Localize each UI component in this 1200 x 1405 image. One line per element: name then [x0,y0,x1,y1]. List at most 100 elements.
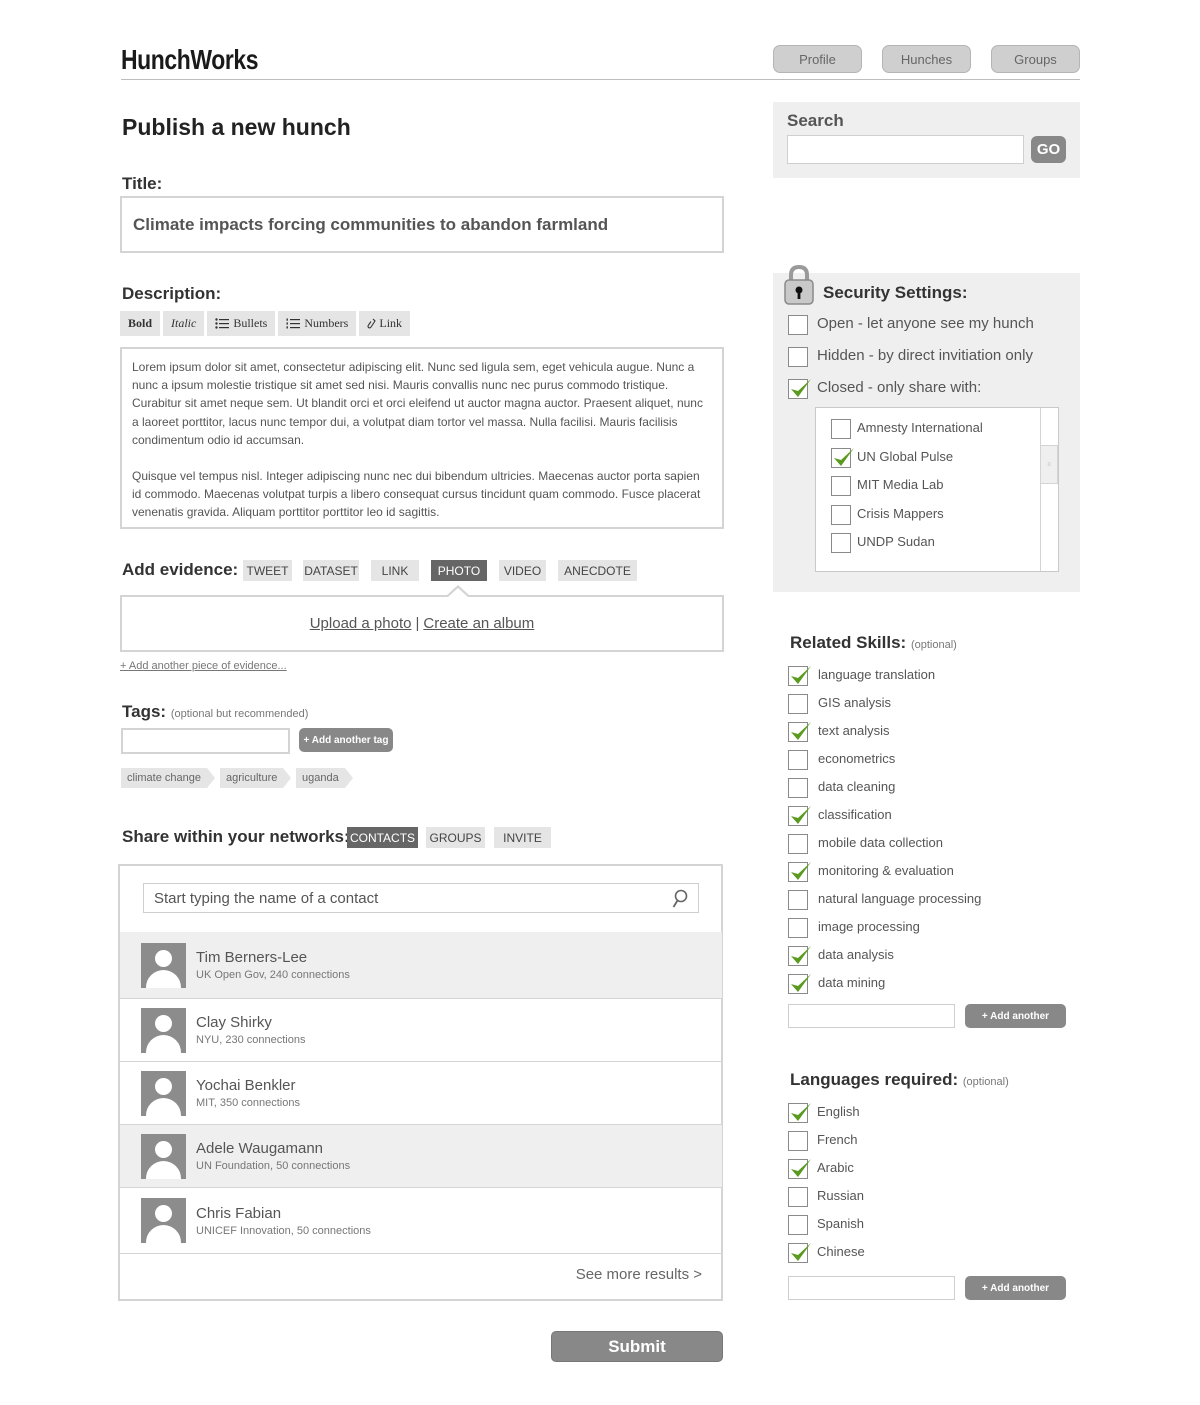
contact-search-input[interactable]: Start typing the name of a contact [143,883,699,913]
skill-input[interactable] [788,1004,955,1028]
language-checkbox[interactable] [788,1131,808,1151]
go-button[interactable]: GO [1031,136,1066,163]
checkmark-icon [791,974,811,992]
checkmark-icon [791,379,811,397]
org-checkbox[interactable] [831,504,851,525]
language-checkbox[interactable] [788,1243,811,1263]
nav-hunches-button[interactable]: Hunches [882,45,971,73]
evidence-tab-link[interactable]: LINK [371,560,419,581]
evidence-tab-photo[interactable]: PHOTO [431,560,487,581]
security-option-checkbox[interactable] [788,315,808,335]
tag-input[interactable] [121,728,290,754]
contact-name: Chris Fabian [196,1204,282,1222]
upload-photo-link[interactable]: Upload a photo [310,615,412,632]
share-tab-invite[interactable]: INVITE [494,827,551,848]
org-label: Amnesty International [857,420,983,435]
link-button[interactable]: Link [359,311,411,336]
see-more-results-link[interactable]: See more results > [576,1266,702,1283]
evidence-tab-video[interactable]: VIDEO [499,560,546,581]
security-option-checkbox[interactable] [788,379,811,399]
skill-label: data mining [818,975,886,990]
evidence-tab-anecdote[interactable]: ANECDOTE [558,560,637,581]
app-logo[interactable]: HunchWorks [121,44,258,76]
share-tab-groups[interactable]: GROUPS [426,827,485,848]
skill-checkbox[interactable] [788,890,808,910]
tag-pill[interactable]: climate change [121,768,215,788]
language-label: Russian [817,1188,864,1203]
org-list-scrollbar[interactable] [1040,408,1058,571]
org-checkbox[interactable] [831,476,851,496]
contact-row[interactable]: Clay Shirky NYU, 230 connections [120,999,722,1062]
share-label: Share within your networks: [122,827,350,846]
contact-row[interactable]: Yochai Benkler MIT, 350 connections [120,1062,722,1125]
skill-label: data cleaning [818,779,896,794]
language-label: Spanish [817,1216,864,1231]
italic-button[interactable]: Italic [163,311,205,336]
checkmark-icon [791,1103,811,1121]
language-checkbox[interactable] [788,1103,811,1123]
tag-pill[interactable]: uganda [296,768,353,788]
language-checkbox[interactable] [788,1215,808,1235]
skill-checkbox[interactable] [788,750,808,770]
skill-label: econometrics [818,751,896,766]
add-evidence-link[interactable]: + Add another piece of evidence... [120,660,287,672]
numbers-button[interactable]: Numbers [278,311,357,336]
skill-checkbox[interactable] [788,666,811,686]
contact-row[interactable]: Chris Fabian UNICEF Innovation, 50 connec… [120,1188,722,1254]
checkmark-icon [791,806,811,824]
title-label: Title: [122,174,163,193]
skill-checkbox[interactable] [788,946,811,966]
evidence-tab-tweet[interactable]: TWEET [243,560,292,581]
create-album-link[interactable]: Create an album [423,615,534,632]
title-input[interactable]: Climate impacts forcing communities to a… [120,196,724,253]
language-checkbox[interactable] [788,1159,811,1179]
submit-button[interactable]: Submit [551,1331,723,1362]
skill-checkbox[interactable] [788,834,808,854]
org-checkbox[interactable] [831,533,851,553]
contact-row[interactable]: Adele Waugamann UN Foundation, 50 connect… [120,1125,722,1188]
skill-checkbox[interactable] [788,918,808,938]
tag-pill[interactable]: agriculture [220,768,292,788]
tags-optional-note: (optional but recommended) [170,708,309,720]
checkmark-icon [791,722,811,740]
language-checkbox[interactable] [788,1187,808,1207]
evidence-tab-dataset[interactable]: DATASET [303,560,359,581]
security-option-label: Closed - only share with: [817,379,982,396]
contact-name: Clay Shirky [196,1014,272,1031]
skill-checkbox[interactable] [788,694,808,714]
lock-icon [784,264,814,305]
skill-label: data analysis [818,947,894,962]
nav-profile-button[interactable]: Profile [773,45,862,73]
skill-checkbox[interactable] [788,722,811,742]
bullets-button[interactable]: Bullets [207,311,276,336]
skill-label: mobile data collection [818,835,944,850]
add-tag-button[interactable]: + Add another tag [299,728,393,752]
checkmark-icon [791,1159,811,1177]
skill-checkbox[interactable] [788,862,811,882]
avatar [141,1070,186,1116]
bold-button[interactable]: Bold [120,311,161,336]
org-checkbox[interactable] [831,447,854,468]
nav-groups-button[interactable]: Groups [991,45,1080,73]
search-icon [672,889,688,908]
language-label: Arabic [817,1160,854,1175]
skill-label: natural language processing [818,891,982,906]
search-label: Search [787,111,844,130]
description-textarea[interactable]: Lorem ipsum dolor sit amet, consectetur … [120,347,724,529]
evidence-label: Add evidence: [122,560,239,579]
contact-name: Adele Waugamann [196,1140,324,1157]
add-language-button[interactable]: + Add another [965,1276,1066,1300]
org-list-scroll-thumb[interactable]: ≡ [1040,445,1058,484]
org-checkbox[interactable] [831,419,851,439]
language-input[interactable] [788,1276,955,1300]
search-input[interactable] [787,135,1024,164]
share-tab-contacts[interactable]: CONTACTS [347,827,418,848]
contact-row[interactable]: Tim Berners-Lee UK Open Gov, 240 connecti… [120,932,722,999]
skill-checkbox[interactable] [788,974,811,994]
org-label: MIT Media Lab [857,477,944,492]
skill-checkbox[interactable] [788,806,811,826]
add-skill-button[interactable]: + Add another [965,1004,1066,1028]
security-option-checkbox[interactable] [788,347,808,367]
skill-checkbox[interactable] [788,778,808,798]
contact-detail: MIT, 350 connections [196,1097,300,1109]
